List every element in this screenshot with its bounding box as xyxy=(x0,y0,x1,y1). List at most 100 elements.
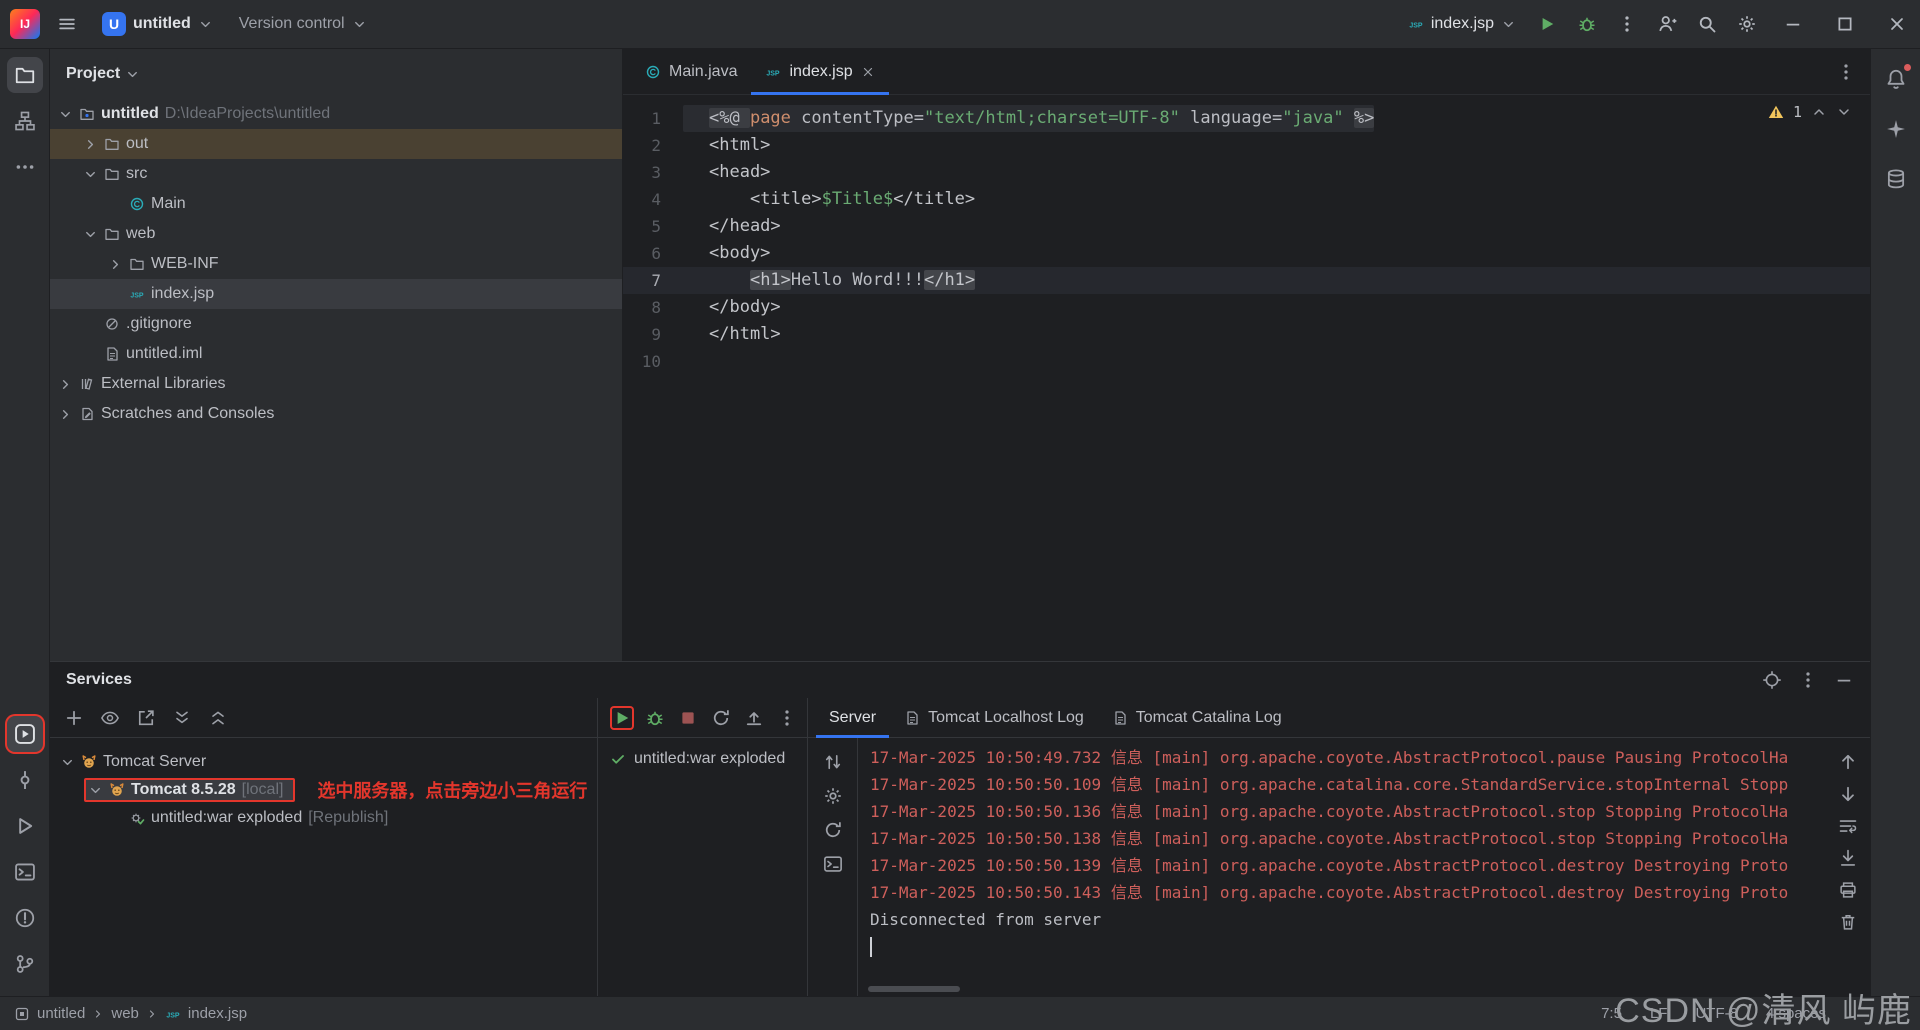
close-button[interactable] xyxy=(1874,0,1920,49)
project-tree-item-external-libraries[interactable]: External Libraries xyxy=(50,369,622,399)
chevron-down-icon[interactable] xyxy=(83,227,98,242)
server-more-actions-icon[interactable] xyxy=(777,708,797,728)
services-tab-server[interactable]: Server xyxy=(816,698,890,738)
breadcrumb-item-untitled[interactable]: untitled xyxy=(37,1005,85,1022)
soft-wrap-icon[interactable] xyxy=(1838,816,1858,836)
chevron-down-icon[interactable] xyxy=(88,783,103,798)
code-line-9[interactable]: 9 </html> xyxy=(623,321,1870,348)
search-everywhere-icon[interactable] xyxy=(1690,7,1724,41)
view-options-icon[interactable] xyxy=(100,708,120,728)
breadcrumb-item-index-jsp[interactable]: index.jsp xyxy=(188,1005,247,1022)
services-options-icon[interactable] xyxy=(1798,670,1818,690)
editor[interactable]: 1 <%@ page contentType="text/html;charset… xyxy=(623,95,1870,661)
project-tree-item-web-inf[interactable]: WEB-INF xyxy=(50,249,622,279)
collapse-all-icon[interactable] xyxy=(208,708,228,728)
commit-tool-icon[interactable] xyxy=(7,762,43,798)
stop-server-button[interactable] xyxy=(678,708,698,728)
problems-tool-icon[interactable] xyxy=(7,900,43,936)
expand-all-icon[interactable] xyxy=(172,708,192,728)
project-tree-item-gitignore[interactable]: .gitignore xyxy=(50,309,622,339)
scroll-up-icon[interactable] xyxy=(1838,752,1858,772)
code-line-7[interactable]: 7 <h1>Hello Word!!!</h1> xyxy=(623,267,1870,294)
project-tree-item-scratches-and-consoles[interactable]: Scratches and Consoles xyxy=(50,399,622,429)
close-tab-icon[interactable] xyxy=(861,65,875,79)
redeploy-button[interactable] xyxy=(711,708,731,728)
chevron-right-icon[interactable] xyxy=(83,137,98,152)
project-tree-item-index-jsp[interactable]: JSP index.jsp xyxy=(50,279,622,309)
services-tree-item-tomcat-server[interactable]: Tomcat Server xyxy=(50,748,597,776)
project-tree-item-untitled-iml[interactable]: untitled.iml xyxy=(50,339,622,369)
main-menu-icon[interactable] xyxy=(50,7,84,41)
add-service-icon[interactable] xyxy=(64,708,84,728)
database-tool-icon[interactable] xyxy=(1878,161,1914,197)
code-line-10[interactable]: 10 xyxy=(623,348,1870,375)
code-line-8[interactable]: 8 </body> xyxy=(623,294,1870,321)
tab-main-java[interactable]: Main.java xyxy=(631,49,751,94)
scroll-to-end-icon[interactable] xyxy=(1838,848,1858,868)
code-line-4[interactable]: 4 <title>$Title$</title> xyxy=(623,186,1870,213)
code-with-me-icon[interactable] xyxy=(1650,7,1684,41)
terminal-tool-icon[interactable] xyxy=(7,854,43,890)
services-tree-item-tomcat-8-5-28[interactable]: Tomcat 8.5.28 [local] 选中服务器，点击旁边小三角运行 xyxy=(50,776,597,804)
chevron-right-icon[interactable] xyxy=(108,257,123,272)
maximize-button[interactable] xyxy=(1822,0,1868,49)
code-line-2[interactable]: 2 <html> xyxy=(623,132,1870,159)
project-tool-icon[interactable] xyxy=(6,57,43,93)
editor-options-icon[interactable] xyxy=(1836,62,1856,82)
debug-server-button[interactable] xyxy=(645,708,665,728)
services-tab-tomcat-localhost-log[interactable]: Tomcat Localhost Log xyxy=(891,698,1097,737)
project-tree-item-web[interactable]: web xyxy=(50,219,622,249)
chevron-right-icon[interactable] xyxy=(58,377,73,392)
tab-index-jsp[interactable]: JSP index.jsp xyxy=(751,49,889,95)
hide-panel-icon[interactable] xyxy=(1834,670,1854,690)
deploy-all-button[interactable] xyxy=(744,708,764,728)
services-tree-item-untitled-war-exploded[interactable]: untitled:war exploded [Republish] xyxy=(50,804,597,832)
chevron-down-icon[interactable] xyxy=(58,107,73,122)
previous-problem-icon[interactable] xyxy=(1811,104,1827,120)
services-tab-tomcat-catalina-log[interactable]: Tomcat Catalina Log xyxy=(1099,698,1295,737)
chevron-right-icon[interactable] xyxy=(58,407,73,422)
next-problem-icon[interactable] xyxy=(1836,104,1852,120)
scroll-down-icon[interactable] xyxy=(1838,784,1858,804)
chevron-down-icon[interactable] xyxy=(60,755,75,770)
ai-assistant-icon[interactable] xyxy=(1878,111,1914,147)
start-server-button[interactable] xyxy=(612,708,632,728)
debug-button[interactable] xyxy=(1570,7,1604,41)
run-configuration-selector[interactable]: JSP index.jsp xyxy=(1400,7,1524,41)
status-widget-lf[interactable]: LF xyxy=(1650,1005,1668,1022)
chevron-down-icon[interactable] xyxy=(83,167,98,182)
notifications-icon[interactable] xyxy=(1878,61,1914,97)
breadcrumb-item-web[interactable]: web xyxy=(111,1005,139,1022)
services-header[interactable]: Services xyxy=(50,662,1870,698)
code-line-6[interactable]: 6 <body> xyxy=(623,240,1870,267)
project-panel-header[interactable]: Project xyxy=(50,49,622,99)
locate-icon[interactable] xyxy=(1762,670,1782,690)
status-widget-utf-8[interactable]: UTF-8 xyxy=(1695,1005,1738,1022)
status-widget-4-spaces[interactable]: 4 spaces xyxy=(1766,1005,1826,1022)
server-console[interactable]: 17-Mar-2025 10:50:49.732 信息 [main] org.a… xyxy=(858,738,1826,996)
run-button[interactable] xyxy=(1530,7,1564,41)
clear-all-icon[interactable] xyxy=(1838,912,1858,932)
console-icon[interactable] xyxy=(823,854,843,874)
version-control-menu[interactable]: Version control xyxy=(231,7,375,41)
settings-icon[interactable] xyxy=(1730,7,1764,41)
inspections-widget[interactable]: 1 xyxy=(1768,103,1852,121)
updown-icon[interactable] xyxy=(823,752,843,772)
minimize-button[interactable] xyxy=(1770,0,1816,49)
project-tree-item-untitled[interactable]: untitled D:\IdeaProjects\untitled xyxy=(50,99,622,129)
code-line-3[interactable]: 3 <head> xyxy=(623,159,1870,186)
project-selector[interactable]: U untitled xyxy=(94,7,221,41)
code-line-1[interactable]: 1 <%@ page contentType="text/html;charset… xyxy=(623,105,1870,132)
project-tree-item-out[interactable]: out xyxy=(50,129,622,159)
run-tool-icon[interactable] xyxy=(7,808,43,844)
project-tree-item-src[interactable]: src xyxy=(50,159,622,189)
print-icon[interactable] xyxy=(1838,880,1858,900)
deployment-status-row[interactable]: untitled:war exploded xyxy=(610,750,807,768)
code-line-5[interactable]: 5 </head> xyxy=(623,213,1870,240)
project-tree-item-main[interactable]: Main xyxy=(50,189,622,219)
more-actions-icon[interactable] xyxy=(1610,7,1644,41)
refresh-icon[interactable] xyxy=(823,820,843,840)
services-tool-icon[interactable] xyxy=(6,716,43,752)
horizontal-scrollbar[interactable] xyxy=(868,986,960,992)
console-settings-icon[interactable] xyxy=(823,786,843,806)
